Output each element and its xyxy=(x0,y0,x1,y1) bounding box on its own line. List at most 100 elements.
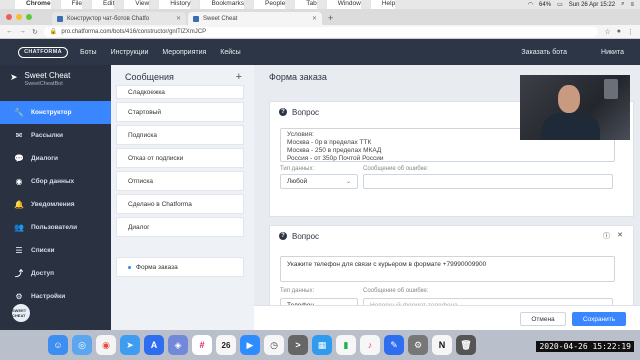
close-window-icon[interactable] xyxy=(6,14,12,20)
minimize-window-icon[interactable] xyxy=(16,14,22,20)
question-label: Вопрос xyxy=(292,107,320,117)
search-icon[interactable]: ⌕ xyxy=(621,1,624,8)
sidebar-item-access[interactable]: ⤴ Доступ xyxy=(0,262,111,285)
gear-icon: ⚙ xyxy=(15,292,23,301)
message-item[interactable]: Стартовый xyxy=(116,102,244,122)
data-type-select[interactable]: Любой ⌄ xyxy=(280,174,358,189)
calendar-icon[interactable]: 26 xyxy=(216,335,236,355)
sidebar-item-label: Доступ xyxy=(31,270,55,277)
sidebar-item-label: Сбор данных xyxy=(31,178,75,185)
trash-icon[interactable]: 🗑 xyxy=(456,335,476,355)
cancel-button[interactable]: Отмена xyxy=(520,312,566,326)
question-text-input[interactable]: Укажите телефон для связи с курьером в ф… xyxy=(280,256,615,282)
telegram-icon[interactable]: ➤ xyxy=(120,335,140,355)
save-button[interactable]: Сохранить xyxy=(572,312,626,326)
music-icon[interactable]: ♪ xyxy=(360,335,380,355)
error-message-input[interactable] xyxy=(363,174,613,189)
wrench-icon: 🔧 xyxy=(14,108,24,117)
nav-cases[interactable]: Кейсы xyxy=(220,49,240,56)
nav-bots[interactable]: Боты xyxy=(80,49,97,56)
browser-toolbar: ← → ↻ 🔒 pro.chatforma.com/bots/416/const… xyxy=(0,25,640,39)
system-preferences-icon[interactable]: ⚙ xyxy=(408,335,428,355)
sidebar-item-label: Списки xyxy=(31,247,55,254)
close-icon[interactable]: ✕ xyxy=(617,231,623,241)
menu-list-icon[interactable]: ≡ xyxy=(630,2,634,8)
url-text: pro.chatforma.com/bots/416/constructor/g… xyxy=(61,28,207,35)
tab-title: Конструктор чат-ботов Chatfo xyxy=(67,15,150,22)
clock-icon[interactable]: ◷ xyxy=(264,335,284,355)
app-header: CHATFORMA Боты Инструкции Мероприятия Ке… xyxy=(0,39,640,65)
bot-info: ➤ Sweet Cheat SweetCheatBot xyxy=(0,65,111,95)
message-item[interactable]: Сделано в Chatforma xyxy=(116,194,244,214)
nav-instructions[interactable]: Инструкции xyxy=(111,49,149,56)
info-icon[interactable]: ⓘ xyxy=(603,231,610,241)
sidebar-item-notifications[interactable]: 🔔 Уведомления xyxy=(0,193,111,216)
slack-icon[interactable]: # xyxy=(192,335,212,355)
forward-icon[interactable]: → xyxy=(19,28,26,35)
close-tab-icon[interactable]: ✕ xyxy=(176,15,181,22)
discord-icon[interactable]: ◈ xyxy=(168,335,188,355)
terminal-icon[interactable]: > xyxy=(288,335,308,355)
paper-plane-icon: ➤ xyxy=(10,72,18,82)
nav-events[interactable]: Мероприятия xyxy=(162,49,206,56)
message-item-label: Сделано в Chatforma xyxy=(128,200,192,208)
safari-icon[interactable]: ◎ xyxy=(72,335,92,355)
xcode-icon[interactable]: ✎ xyxy=(384,335,404,355)
messages-list: Сладкоежка Стартовый Подписка Отказ от п… xyxy=(116,85,244,280)
sidebar-item-label: Конструктор xyxy=(31,109,72,116)
new-tab-icon[interactable]: + xyxy=(328,13,333,23)
wifi-icon[interactable]: ◠ xyxy=(528,1,533,8)
message-item[interactable]: Сладкоежка xyxy=(116,85,244,99)
more-menu-icon[interactable]: ⋮ xyxy=(627,28,634,36)
chrome-icon[interactable]: ◉ xyxy=(96,335,116,355)
bot-handle: SweetCheatBot xyxy=(24,81,63,87)
profile-icon[interactable]: ● xyxy=(617,28,621,35)
notion-icon[interactable]: N xyxy=(432,335,452,355)
sidebar-item-label: Настройки xyxy=(31,293,66,300)
finder-icon[interactable]: ☺ xyxy=(48,335,68,355)
chatforma-logo[interactable]: CHATFORMA xyxy=(18,46,68,58)
message-item[interactable]: Подписка xyxy=(116,125,244,145)
menubar-clock[interactable]: Sun 26 Apr 15:22 xyxy=(569,2,615,8)
chat-icon: 💬 xyxy=(14,154,24,163)
tab-title: Sweet Cheat xyxy=(203,15,238,22)
numbers-icon[interactable]: ▮ xyxy=(336,335,356,355)
data-type-value: Любой xyxy=(287,178,308,185)
sidebar-item-users[interactable]: 👥 Пользователи xyxy=(0,216,111,239)
address-bar[interactable]: 🔒 pro.chatforma.com/bots/416/constructor… xyxy=(43,26,599,37)
keynote-icon[interactable]: ▦ xyxy=(312,335,332,355)
browser-tabbar: Конструктор чат-ботов Chatfo ✕ Sweet Che… xyxy=(0,9,640,25)
order-bot-link[interactable]: Заказать бота xyxy=(521,49,567,56)
message-item[interactable]: Отписка xyxy=(116,171,244,191)
sidebar-item-label: Уведомления xyxy=(31,201,75,208)
data-icon: ◉ xyxy=(15,177,23,186)
webcam-person-face xyxy=(558,85,580,113)
battery-text[interactable]: 64% xyxy=(539,2,551,8)
message-item[interactable]: Отказ от подписки xyxy=(116,148,244,168)
zoom-icon[interactable]: ▶ xyxy=(240,335,260,355)
chatforma-favicon-icon xyxy=(193,15,199,22)
back-icon[interactable]: ← xyxy=(6,28,13,35)
sidebar-item-data-collection[interactable]: ◉ Сбор данных xyxy=(0,170,111,193)
message-item[interactable]: Диалог xyxy=(116,217,244,237)
sidebar-item-mailings[interactable]: ✉ Рассылки xyxy=(0,124,111,147)
bot-avatar[interactable]: SWEET CHEAT xyxy=(12,304,30,322)
sidebar-item-lists[interactable]: ☰ Списки xyxy=(0,239,111,262)
close-tab-icon[interactable]: ✕ xyxy=(312,15,317,22)
bell-icon: 🔔 xyxy=(14,200,24,209)
add-message-icon[interactable]: + xyxy=(236,71,242,83)
sidebar-item-dialogs[interactable]: 💬 Диалоги xyxy=(0,147,111,170)
webcam-person-body xyxy=(542,113,600,140)
reload-icon[interactable]: ↻ xyxy=(32,28,38,36)
browser-tab-constructor[interactable]: Конструктор чат-ботов Chatfo ✕ xyxy=(52,12,186,25)
webcam-background-light xyxy=(604,79,618,99)
sidebar-item-constructor[interactable]: 🔧 Конструктор xyxy=(0,101,111,124)
star-icon[interactable]: ☆ xyxy=(604,28,610,36)
error-message-label: Сообщение об ошибке: xyxy=(363,166,429,172)
browser-tab-sweet-cheat[interactable]: Sweet Cheat ✕ xyxy=(188,12,322,25)
user-menu[interactable]: Никита xyxy=(601,49,624,56)
sidebar-item-label: Диалоги xyxy=(31,155,58,162)
zoom-window-icon[interactable] xyxy=(26,14,32,20)
appstore-icon[interactable]: A xyxy=(144,335,164,355)
message-item-active[interactable]: Форма заказа xyxy=(116,257,244,277)
